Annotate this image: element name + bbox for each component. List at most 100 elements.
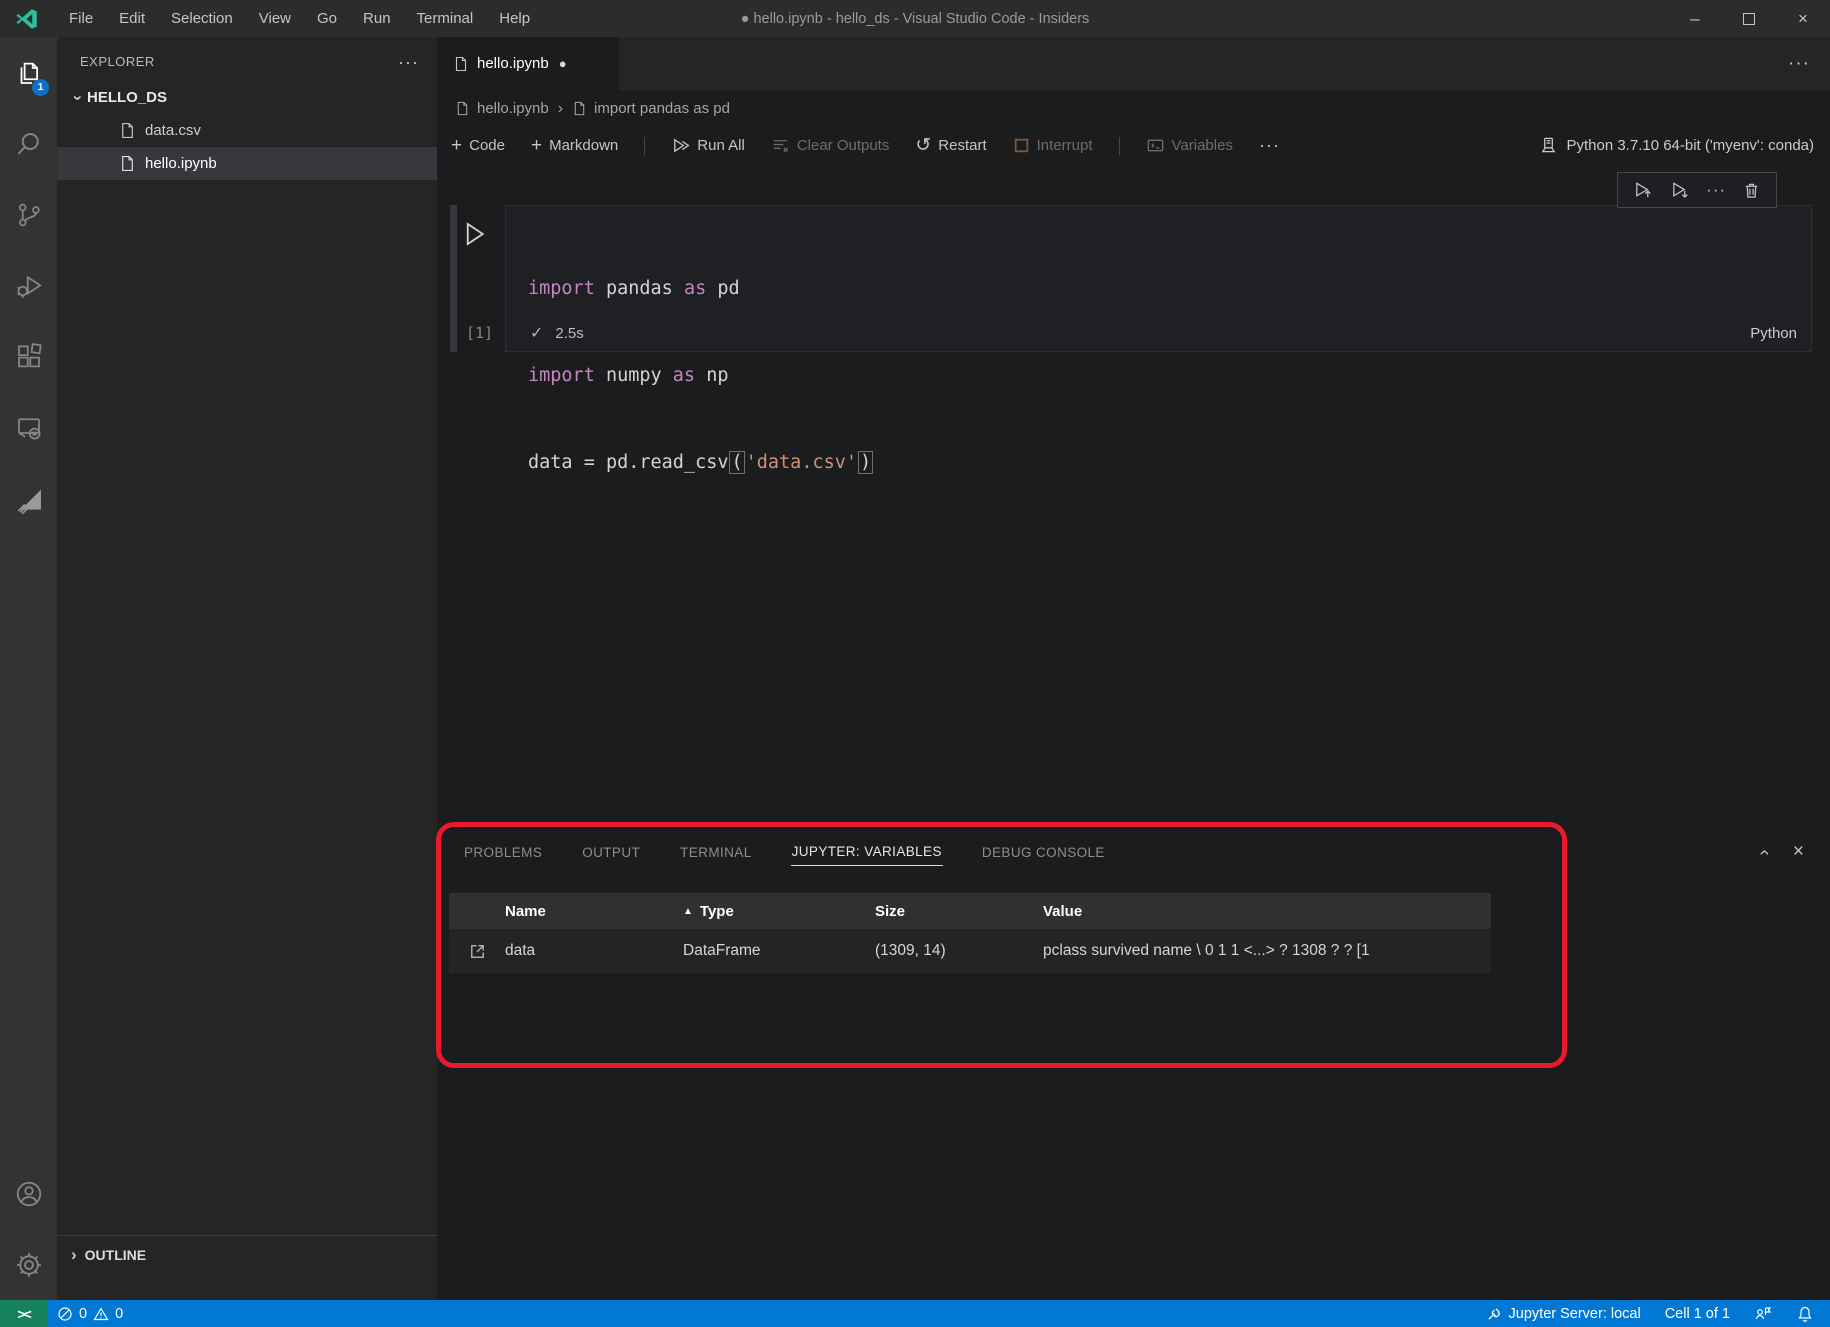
variables-button[interactable]: Variables bbox=[1146, 136, 1233, 155]
vscode-window: File Edit Selection View Go Run Terminal… bbox=[0, 0, 1830, 1327]
tab-jupyter-variables[interactable]: JUPYTER: VARIABLES bbox=[791, 838, 943, 866]
variable-value: pclass survived name \ 0 1 1 <...> ? 130… bbox=[1043, 942, 1491, 960]
extensions-icon bbox=[14, 342, 44, 372]
jupyter-server-status[interactable]: Jupyter Server: local bbox=[1474, 1305, 1653, 1322]
tab-terminal[interactable]: TERMINAL bbox=[679, 839, 752, 866]
activity-account[interactable] bbox=[0, 1158, 57, 1229]
toolbar-more-actions-icon[interactable]: ··· bbox=[1259, 135, 1280, 156]
activity-remote-explorer[interactable] bbox=[0, 392, 57, 463]
menu-help[interactable]: Help bbox=[486, 0, 543, 37]
interpreter-icon bbox=[1539, 136, 1558, 155]
plus-icon: + bbox=[531, 138, 542, 153]
open-in-data-viewer-icon[interactable] bbox=[468, 942, 487, 961]
file-icon bbox=[119, 122, 136, 139]
file-data-csv[interactable]: data.csv bbox=[57, 114, 437, 147]
maximize-button[interactable] bbox=[1722, 0, 1776, 37]
file-icon bbox=[119, 155, 136, 172]
menu-go[interactable]: Go bbox=[304, 0, 350, 37]
activity-source-control[interactable] bbox=[0, 179, 57, 250]
menu-view[interactable]: View bbox=[246, 0, 304, 37]
editor-more-actions-icon[interactable]: ··· bbox=[1788, 37, 1830, 90]
run-all-button[interactable]: Run All bbox=[671, 136, 745, 155]
run-cell-button[interactable] bbox=[459, 219, 489, 249]
extension-triangle-icon bbox=[13, 483, 45, 515]
code-line: data = pd.read_csv('data.csv') bbox=[528, 448, 874, 477]
bell-icon bbox=[1796, 1305, 1814, 1323]
cell-code-editor[interactable]: import pandas as pd import numpy as np d… bbox=[528, 216, 874, 535]
activity-run-debug[interactable] bbox=[0, 250, 57, 321]
column-header-type[interactable]: ▲ Type bbox=[683, 903, 875, 920]
breadcrumb-file[interactable]: hello.ipynb bbox=[455, 100, 549, 117]
cell-language-picker[interactable]: Python bbox=[1750, 325, 1797, 342]
menu-file[interactable]: File bbox=[56, 0, 106, 37]
menu-edit[interactable]: Edit bbox=[106, 0, 158, 37]
chevron-down-icon: › bbox=[68, 89, 88, 107]
feedback-icon bbox=[1754, 1305, 1772, 1323]
tab-hello-ipynb[interactable]: hello.ipynb ● bbox=[437, 37, 619, 90]
run-and-debug-icon bbox=[14, 271, 44, 301]
chevron-right-icon: › bbox=[71, 1245, 77, 1265]
file-hello-ipynb[interactable]: hello.ipynb bbox=[57, 147, 437, 180]
tab-output[interactable]: OUTPUT bbox=[581, 839, 641, 866]
activity-extension-triangle[interactable] bbox=[0, 463, 57, 534]
toolbar-separator bbox=[644, 137, 645, 155]
run-cell-and-below-icon[interactable] bbox=[1670, 180, 1691, 201]
notifications-button[interactable] bbox=[1784, 1305, 1830, 1323]
close-panel-icon[interactable]: × bbox=[1793, 841, 1804, 863]
account-icon bbox=[14, 1179, 44, 1209]
code-cell[interactable]: import pandas as pd import numpy as np d… bbox=[505, 205, 1812, 352]
success-check-icon: ✓ bbox=[530, 323, 543, 343]
table-row[interactable]: data DataFrame (1309, 14) pclass survive… bbox=[449, 929, 1491, 973]
explorer-badge: 1 bbox=[32, 79, 49, 96]
feedback-button[interactable] bbox=[1742, 1305, 1784, 1323]
add-markdown-cell-button[interactable]: + Markdown bbox=[531, 137, 618, 154]
breadcrumb-label: hello.ipynb bbox=[477, 100, 549, 117]
activity-explorer[interactable]: 1 bbox=[0, 37, 57, 108]
remote-explorer-icon bbox=[14, 413, 44, 443]
column-header-name[interactable]: Name bbox=[505, 903, 683, 920]
tab-problems[interactable]: PROBLEMS bbox=[463, 839, 543, 866]
restart-icon: ↺ bbox=[915, 138, 931, 153]
menu-terminal[interactable]: Terminal bbox=[404, 0, 487, 37]
run-cells-above-icon[interactable] bbox=[1633, 180, 1654, 201]
tab-debug-console[interactable]: DEBUG CONSOLE bbox=[981, 839, 1106, 866]
folder-label: HELLO_DS bbox=[87, 89, 167, 106]
minimize-button[interactable]: – bbox=[1668, 0, 1722, 37]
clear-outputs-button[interactable]: Clear Outputs bbox=[771, 136, 890, 155]
outline-section[interactable]: › OUTLINE bbox=[57, 1235, 437, 1273]
column-header-value[interactable]: Value bbox=[1043, 903, 1491, 920]
delete-cell-icon[interactable] bbox=[1742, 181, 1761, 200]
menu-run[interactable]: Run bbox=[350, 0, 404, 37]
kernel-picker[interactable]: Python 3.7.10 64-bit ('myenv': conda) bbox=[1539, 136, 1830, 155]
close-button[interactable]: × bbox=[1776, 0, 1830, 37]
activity-extensions[interactable] bbox=[0, 321, 57, 392]
cell-more-actions-icon[interactable]: ··· bbox=[1706, 180, 1726, 200]
add-code-cell-button[interactable]: + Code bbox=[451, 137, 505, 154]
title-bar: File Edit Selection View Go Run Terminal… bbox=[0, 0, 1830, 37]
activity-search[interactable] bbox=[0, 108, 57, 179]
dirty-indicator-icon[interactable]: ● bbox=[559, 56, 567, 71]
breadcrumb-label: import pandas as pd bbox=[594, 100, 730, 117]
file-label: data.csv bbox=[145, 122, 201, 139]
plus-icon: + bbox=[451, 138, 462, 153]
variables-icon bbox=[1146, 136, 1165, 155]
column-header-size[interactable]: Size bbox=[875, 903, 1043, 920]
remote-indicator[interactable]: >< bbox=[0, 1300, 47, 1327]
plug-icon bbox=[1486, 1305, 1503, 1322]
restart-button[interactable]: ↺ Restart bbox=[915, 137, 986, 154]
folder-hello-ds[interactable]: › HELLO_DS bbox=[57, 81, 437, 114]
clear-outputs-icon bbox=[771, 136, 790, 155]
menu-selection[interactable]: Selection bbox=[158, 0, 246, 37]
explorer-more-actions-icon[interactable]: ··· bbox=[398, 57, 419, 67]
error-icon bbox=[57, 1306, 73, 1322]
file-icon bbox=[572, 101, 587, 116]
maximize-panel-icon[interactable]: › bbox=[1753, 849, 1774, 855]
cell-indicator[interactable]: Cell 1 of 1 bbox=[1653, 1306, 1742, 1322]
interrupt-button[interactable]: Interrupt bbox=[1013, 137, 1093, 154]
activity-bar: 1 bbox=[0, 37, 57, 1300]
problems-status[interactable]: 0 0 bbox=[47, 1306, 133, 1322]
cell-status-bar: [1] ✓ 2.5s Python bbox=[506, 323, 1811, 343]
breadcrumb-cell[interactable]: import pandas as pd bbox=[572, 100, 730, 117]
breadcrumb: hello.ipynb › import pandas as pd bbox=[437, 90, 1830, 127]
activity-settings[interactable] bbox=[0, 1229, 57, 1300]
